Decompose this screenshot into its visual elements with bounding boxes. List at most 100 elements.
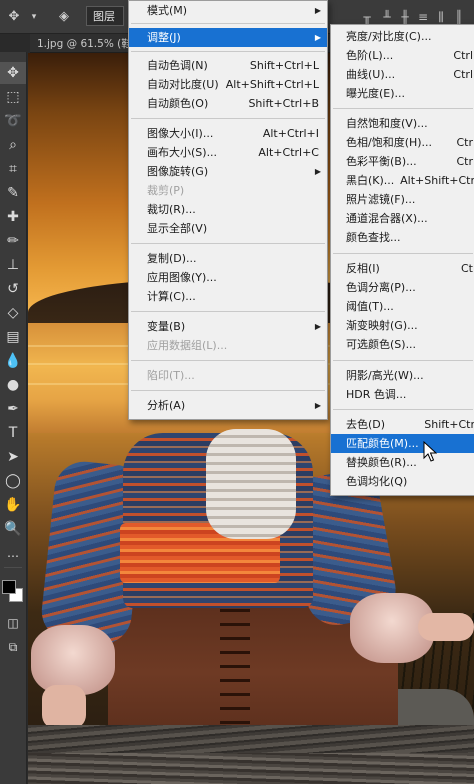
menu-item-black-white[interactable]: 黑白(K)... Alt+Shift+Ctr (331, 171, 474, 190)
auto-select-target-field[interactable]: 图层 (86, 6, 124, 26)
menu-item-label: 色调均化(Q) (346, 475, 408, 488)
shape-tool-icon[interactable]: ◯ (0, 470, 26, 492)
align-icon[interactable]: ╨ (380, 10, 394, 24)
menu-item-label: 显示全部(V) (147, 222, 208, 235)
menu-item-shadows-highlights[interactable]: 阴影/高光(W)... (331, 366, 474, 385)
menu-item-label: 阴影/高光(W)... (346, 369, 424, 382)
menu-item-shortcut: Alt+Ctrl+C (258, 146, 319, 159)
type-tool-icon[interactable]: T (0, 422, 26, 444)
screen-mode-icon[interactable]: ⧉ (0, 636, 26, 658)
menu-item-image-rotation[interactable]: 图像旋转(G) ▶ (129, 162, 327, 181)
menu-item-shortcut: Alt+Ctrl+I (262, 127, 319, 140)
pen-tool-icon[interactable]: ✒ (0, 398, 26, 420)
photo-wooden-log (28, 753, 474, 784)
quick-selection-tool-icon[interactable]: ⌕ (0, 134, 26, 156)
menu-item-auto-contrast[interactable]: 自动对比度(U) Alt+Shift+Ctrl+L (129, 75, 327, 94)
photo-hand-left (42, 685, 86, 729)
crop-tool-icon[interactable]: ⌗ (0, 158, 26, 180)
menu-item-reveal-all[interactable]: 显示全部(V) (129, 219, 327, 238)
menu-divider (333, 253, 473, 254)
menu-item-label: 阈值(T)... (346, 300, 394, 313)
menu-divider (333, 360, 473, 361)
distribute-icon[interactable]: ≡ (416, 10, 430, 24)
submenu-arrow-icon: ▶ (314, 401, 321, 410)
menu-item-match-color[interactable]: 匹配颜色(M)... (331, 434, 474, 453)
zoom-tool-icon[interactable]: 🔍 (0, 518, 26, 540)
eyedropper-tool-icon[interactable]: ✎ (0, 182, 26, 204)
quick-mask-icon[interactable]: ◫ (0, 612, 26, 634)
menu-item-duplicate[interactable]: 复制(D)... (129, 249, 327, 268)
hand-tool-icon[interactable]: ✋ (0, 494, 26, 516)
history-brush-tool-icon[interactable]: ↺ (0, 278, 26, 300)
lasso-tool-icon[interactable]: ➰ (0, 110, 26, 132)
menu-item-desaturate[interactable]: 去色(D) Shift+Ctr (331, 415, 474, 434)
gradient-tool-icon[interactable]: ▤ (0, 326, 26, 348)
menu-item-label: 应用图像(Y)... (147, 271, 217, 284)
menu-item-adjustments[interactable]: 调整(J) ▶ (129, 28, 327, 47)
menu-item-label: 图像大小(I)... (147, 127, 214, 140)
menu-item-threshold[interactable]: 阈值(T)... (331, 297, 474, 316)
menu-item-photo-filter[interactable]: 照片滤镜(F)... (331, 190, 474, 209)
menu-item-channel-mixer[interactable]: 通道混合器(X)... (331, 209, 474, 228)
menu-item-shortcut: Shift+Ctrl+B (248, 97, 319, 110)
menu-item-exposure[interactable]: 曝光度(E)... (331, 84, 474, 103)
marquee-tool-icon[interactable]: ⬚ (0, 86, 26, 108)
menu-item-mode[interactable]: 模式(M) ▶ (129, 1, 327, 20)
eraser-tool-icon[interactable]: ◇ (0, 302, 26, 324)
menu-item-vibrance[interactable]: 自然饱和度(V)... (331, 114, 474, 133)
clone-stamp-tool-icon[interactable]: ⊥ (0, 254, 26, 276)
menu-item-label: 色相/饱和度(H)... (346, 136, 433, 149)
menu-item-trim[interactable]: 裁切(R)... (129, 200, 327, 219)
blur-tool-icon[interactable]: 💧 (0, 350, 26, 372)
dodge-tool-icon[interactable]: ● (0, 374, 26, 396)
move-tool-icon[interactable]: ✥ (6, 9, 22, 25)
menu-item-levels[interactable]: 色阶(L)... Ctrl (331, 46, 474, 65)
menu-item-invert[interactable]: 反相(I) Ct (331, 259, 474, 278)
menu-item-curves[interactable]: 曲线(U)... Ctrl (331, 65, 474, 84)
auto-select-icon[interactable]: ◈ (56, 9, 72, 25)
menu-item-shortcut: Shift+Ctr (424, 418, 474, 431)
menu-item-replace-color[interactable]: 替换颜色(R)... (331, 453, 474, 472)
menu-item-posterize[interactable]: 色调分离(P)... (331, 278, 474, 297)
tools-panel: ✥ ⬚ ➰ ⌕ ⌗ ✎ ✚ ✏ ⊥ ↺ ◇ ▤ 💧 ● ✒ T ➤ ◯ ✋ 🔍 … (0, 52, 27, 784)
brush-tool-icon[interactable]: ✏ (0, 230, 26, 252)
menu-item-apply-data-set: 应用数据组(L)... (129, 336, 327, 355)
menu-item-image-size[interactable]: 图像大小(I)... Alt+Ctrl+I (129, 124, 327, 143)
photo-hand-right (418, 613, 474, 641)
menu-item-label: 通道混合器(X)... (346, 212, 428, 225)
menu-divider (333, 108, 473, 109)
menu-item-apply-image[interactable]: 应用图像(Y)... (129, 268, 327, 287)
menu-item-label: 曲线(U)... (346, 68, 396, 81)
align-icon[interactable]: ╥ (360, 10, 374, 24)
menu-item-brightness-contrast[interactable]: 亮度/对比度(C)... (331, 27, 474, 46)
adjustments-submenu: 亮度/对比度(C)... 色阶(L)... Ctrl 曲线(U)... Ctrl… (330, 24, 474, 496)
more-tools-icon[interactable]: … (0, 542, 26, 564)
distribute-icon[interactable]: ⫼ (434, 10, 448, 24)
distribute-icon[interactable]: ║ (452, 10, 466, 24)
menu-item-equalize[interactable]: 色调均化(Q) (331, 472, 474, 491)
move-tool-icon[interactable]: ✥ (0, 62, 26, 84)
menu-divider (131, 390, 325, 391)
menu-item-label: 替换颜色(R)... (346, 456, 417, 469)
menu-item-auto-color[interactable]: 自动颜色(O) Shift+Ctrl+B (129, 94, 327, 113)
path-selection-tool-icon[interactable]: ➤ (0, 446, 26, 468)
menu-item-shortcut: Shift+Ctrl+L (249, 59, 319, 72)
menu-item-auto-tone[interactable]: 自动色调(N) Shift+Ctrl+L (129, 56, 327, 75)
menu-item-canvas-size[interactable]: 画布大小(S)... Alt+Ctrl+C (129, 143, 327, 162)
chevron-down-icon[interactable]: ▾ (26, 9, 42, 25)
menu-item-gradient-map[interactable]: 渐变映射(G)... (331, 316, 474, 335)
menu-item-hue-saturation[interactable]: 色相/饱和度(H)... Ctr (331, 133, 474, 152)
menu-divider (131, 311, 325, 312)
foreground-color-swatch[interactable] (2, 580, 16, 594)
menu-item-hdr-toning[interactable]: HDR 色调... (331, 385, 474, 404)
submenu-arrow-icon: ▶ (314, 322, 321, 331)
menu-item-selective-color[interactable]: 可选颜色(S)... (331, 335, 474, 354)
align-icon[interactable]: ╫ (398, 10, 412, 24)
menu-item-calculations[interactable]: 计算(C)... (129, 287, 327, 306)
menu-item-color-balance[interactable]: 色彩平衡(B)... Ctr (331, 152, 474, 171)
healing-brush-tool-icon[interactable]: ✚ (0, 206, 26, 228)
menu-item-analysis[interactable]: 分析(A) ▶ (129, 396, 327, 415)
menu-item-variables[interactable]: 变量(B) ▶ (129, 317, 327, 336)
menu-item-color-lookup[interactable]: 颜色查找... (331, 228, 474, 247)
menu-item-label: 自然饱和度(V)... (346, 117, 428, 130)
